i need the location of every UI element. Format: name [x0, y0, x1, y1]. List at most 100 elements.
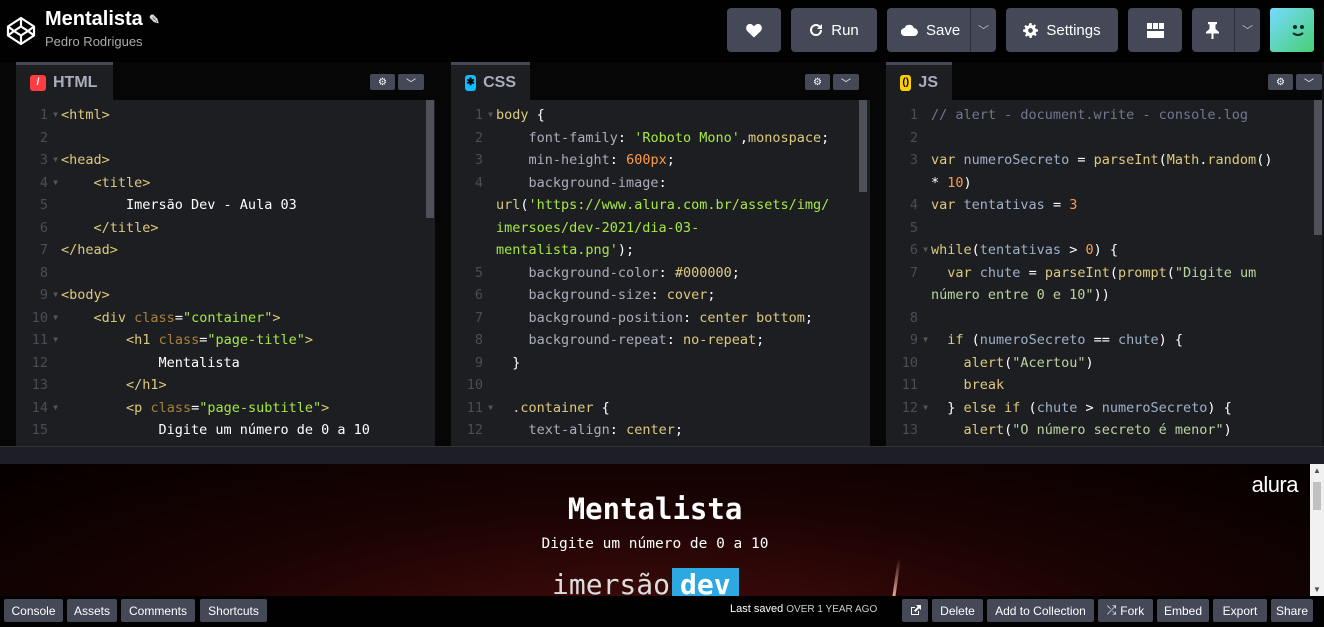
html-code-line[interactable]: 12 Mentalista	[16, 352, 435, 375]
delete-button[interactable]: Delete	[932, 599, 983, 622]
pencil-edit-icon[interactable]: ✎	[149, 12, 160, 28]
css-code-line[interactable]: 10	[451, 374, 870, 397]
pen-title[interactable]: Mentalista	[45, 8, 143, 31]
html-settings-gear-icon[interactable]: ⚙	[370, 74, 395, 90]
js-code-line[interactable]: 7 var chute = parseInt(prompt("Digite um	[886, 262, 1322, 285]
html-code-line[interactable]: 4 ▼ <title>	[16, 172, 435, 195]
fold-arrow-icon[interactable]: ▼	[488, 397, 493, 420]
css-code-line[interactable]: 6 background-size: cover;	[451, 284, 870, 307]
settings-button[interactable]: Settings	[1006, 8, 1118, 52]
js-code-line[interactable]: 6 ▼ while(tentativas > 0) {	[886, 239, 1322, 262]
html-code-line[interactable]: 14 ▼ <p class="page-subtitle">	[16, 397, 435, 420]
preview-resize-bar[interactable]	[0, 446, 1324, 464]
fold-arrow-icon[interactable]: ▼	[923, 239, 928, 262]
shortcuts-button[interactable]: Shortcuts	[200, 599, 267, 622]
pane-resizer[interactable]	[0, 62, 16, 446]
comments-button[interactable]: Comments	[121, 599, 195, 622]
html-code-line[interactable]: 11 ▼ <h1 class="page-title">	[16, 329, 435, 352]
fold-arrow-icon[interactable]: ▼	[53, 104, 58, 127]
js-code-line[interactable]: 13 alert("O número secreto é menor")	[886, 419, 1322, 442]
pin-dropdown-chevron-icon[interactable]: ﹀	[1234, 8, 1260, 52]
export-button[interactable]: Export	[1213, 599, 1267, 622]
js-tab[interactable]: () JS	[886, 62, 952, 100]
css-code-line[interactable]: 9 }	[451, 352, 870, 375]
pen-author[interactable]: Pedro Rodrigues	[45, 34, 160, 49]
html-scrollbar[interactable]	[426, 100, 434, 218]
js-code-line[interactable]: 3 var numeroSecreto = parseInt(Math.rando…	[886, 149, 1322, 172]
scroll-down-arrow-icon[interactable]: ▼	[1313, 585, 1321, 594]
js-code-line[interactable]: 5	[886, 217, 1322, 240]
fold-arrow-icon[interactable]: ▼	[923, 329, 928, 352]
embed-button[interactable]: Embed	[1157, 599, 1209, 622]
change-view-button[interactable]	[1128, 8, 1182, 52]
open-external-button[interactable]	[902, 599, 928, 622]
fold-arrow-icon[interactable]: ▼	[923, 397, 928, 420]
pin-button[interactable]: ﹀	[1192, 8, 1260, 52]
save-button[interactable]: Save ﹀	[887, 8, 996, 52]
html-code-line[interactable]: 6 </title>	[16, 217, 435, 240]
css-tab[interactable]: ✱ CSS	[451, 62, 530, 100]
html-code-line[interactable]: 3 ▼ <head>	[16, 149, 435, 172]
pane-resizer[interactable]	[870, 62, 886, 446]
codepen-logo-icon[interactable]	[6, 16, 36, 46]
html-code-line[interactable]: 9 ▼ <body>	[16, 284, 435, 307]
css-code-line[interactable]: mentalista.png');	[451, 239, 870, 262]
preview-scroll-thumb[interactable]	[1313, 482, 1321, 510]
js-settings-gear-icon[interactable]: ⚙	[1268, 74, 1293, 90]
console-button[interactable]: Console	[4, 599, 63, 622]
js-code-line[interactable]: * 10)	[886, 172, 1322, 195]
css-code-line[interactable]: 7 background-position: center bottom;	[451, 307, 870, 330]
run-button[interactable]: Run	[791, 8, 877, 52]
fold-arrow-icon[interactable]: ▼	[53, 172, 58, 195]
html-code-line[interactable]: 8	[16, 262, 435, 285]
css-code-line[interactable]: 8 background-repeat: no-repeat;	[451, 329, 870, 352]
share-button[interactable]: Share	[1271, 599, 1313, 622]
fold-arrow-icon[interactable]: ▼	[488, 104, 493, 127]
js-code-line[interactable]: 1 // alert - document.write - console.log	[886, 104, 1322, 127]
css-code-line[interactable]: 1 ▼ body {	[451, 104, 870, 127]
html-collapse-chevron-icon[interactable]: ﹀	[398, 74, 424, 90]
html-code-line[interactable]: 5 Imersão Dev - Aula 03	[16, 194, 435, 217]
preview-scrollbar[interactable]: ▲ ▼	[1310, 464, 1324, 596]
html-code-line[interactable]: 2	[16, 127, 435, 150]
save-dropdown-chevron-icon[interactable]: ﹀	[970, 8, 996, 52]
html-code-line[interactable]: 1 ▼ <html>	[16, 104, 435, 127]
css-code-line[interactable]: 5 background-color: #000000;	[451, 262, 870, 285]
js-code-editor[interactable]: 1 // alert - document.write - console.log…	[886, 100, 1322, 442]
js-code-line[interactable]: 11 break	[886, 374, 1322, 397]
js-code-line[interactable]: 12 ▼ } else if (chute > numeroSecreto) {	[886, 397, 1322, 420]
add-to-collection-button[interactable]: Add to Collection	[987, 599, 1094, 622]
scroll-up-arrow-icon[interactable]: ▲	[1313, 466, 1321, 475]
pane-resizer[interactable]	[435, 62, 451, 446]
css-code-line[interactable]: 4 background-image:	[451, 172, 870, 195]
html-tab[interactable]: / HTML	[16, 62, 113, 100]
css-code-line[interactable]: url('https://www.alura.com.br/assets/img…	[451, 194, 870, 217]
js-code-line[interactable]: 9 ▼ if (numeroSecreto == chute) {	[886, 329, 1322, 352]
css-code-line[interactable]: 11 ▼ .container {	[451, 397, 870, 420]
assets-button[interactable]: Assets	[67, 599, 117, 622]
css-scrollbar[interactable]	[859, 100, 867, 192]
js-code-line[interactable]: 4 var tentativas = 3	[886, 194, 1322, 217]
fold-arrow-icon[interactable]: ▼	[53, 149, 58, 172]
css-code-line[interactable]: 3 min-height: 600px;	[451, 149, 870, 172]
js-code-line[interactable]: 8	[886, 307, 1322, 330]
css-code-line[interactable]: 12 text-align: center;	[451, 419, 870, 442]
fork-button[interactable]: ⤮ Fork	[1098, 599, 1153, 622]
fold-arrow-icon[interactable]: ▼	[53, 397, 58, 420]
css-settings-gear-icon[interactable]: ⚙	[805, 74, 830, 90]
js-code-line[interactable]: 10 alert("Acertou")	[886, 352, 1322, 375]
css-code-line[interactable]: 2 font-family: 'Roboto Mono',monospace;	[451, 127, 870, 150]
html-code-line[interactable]: 13 </h1>	[16, 374, 435, 397]
fold-arrow-icon[interactable]: ▼	[53, 284, 58, 307]
css-code-line[interactable]: imersoes/dev-2021/dia-03-	[451, 217, 870, 240]
fold-arrow-icon[interactable]: ▼	[53, 307, 58, 330]
css-code-editor[interactable]: 1 ▼ body {2 font-family: 'Roboto Mono',mon…	[451, 100, 870, 442]
html-code-editor[interactable]: 1 ▼ <html> 2 3 ▼ <head> 4 ▼ <title> 5 Imersão De…	[16, 100, 435, 442]
css-collapse-chevron-icon[interactable]: ﹀	[833, 74, 859, 90]
html-code-line[interactable]: 7 </head>	[16, 239, 435, 262]
love-button[interactable]	[727, 8, 781, 52]
js-code-line[interactable]: número entre 0 e 10"))	[886, 284, 1322, 307]
js-code-line[interactable]: 2	[886, 127, 1322, 150]
html-code-line[interactable]: 15 Digite um número de 0 a 10	[16, 419, 435, 442]
js-scrollbar[interactable]	[1314, 100, 1322, 235]
